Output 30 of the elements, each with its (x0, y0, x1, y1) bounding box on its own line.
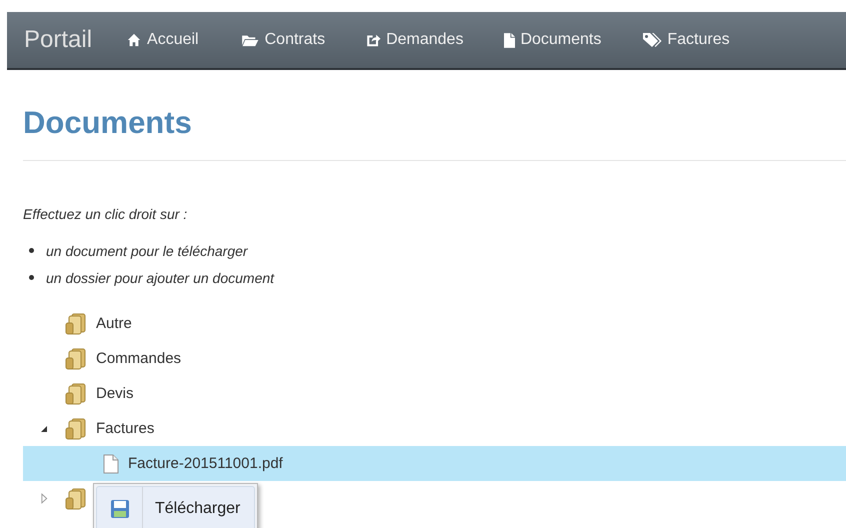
folder-icon (65, 382, 87, 404)
share-icon (366, 33, 382, 47)
folder-row[interactable]: Factures (23, 411, 846, 446)
nav-link[interactable]: Factures (642, 31, 730, 49)
nav-link[interactable]: Contrats (240, 31, 326, 49)
folder-row[interactable]: Autre (23, 306, 846, 341)
instruction-item: un document pour le télécharger (46, 242, 248, 258)
page-heading: Documents (23, 104, 193, 142)
folder-row[interactable]: Commandes (23, 341, 846, 376)
nav-link[interactable]: Documents (504, 31, 602, 49)
file-icon (504, 32, 516, 48)
instruction-item: un dossier pour ajouter un document (46, 270, 274, 286)
folder-icon (65, 348, 87, 370)
document-icon (103, 454, 119, 474)
brand-title[interactable]: Portail (24, 26, 92, 54)
tags-icon (642, 32, 662, 48)
nav-link[interactable]: Demandes (366, 31, 464, 49)
menu-item[interactable]: Télécharger (96, 486, 255, 528)
instruction-text: Effectuez un clic droit sur : (23, 205, 188, 223)
nav-link[interactable]: Accueil (126, 31, 199, 49)
expanded-arrow-icon[interactable] (40, 424, 48, 432)
home-icon (126, 33, 142, 47)
folder-icon (65, 418, 87, 440)
collapsed-arrow-icon[interactable] (40, 493, 48, 504)
bullet-icon (29, 275, 34, 280)
bullet-icon (29, 248, 34, 253)
file-row[interactable]: Facture-201511001.pdf (23, 446, 846, 481)
folder-icon (240, 33, 260, 47)
folder-row[interactable]: Devis (23, 376, 846, 411)
folder-icon (65, 312, 87, 334)
